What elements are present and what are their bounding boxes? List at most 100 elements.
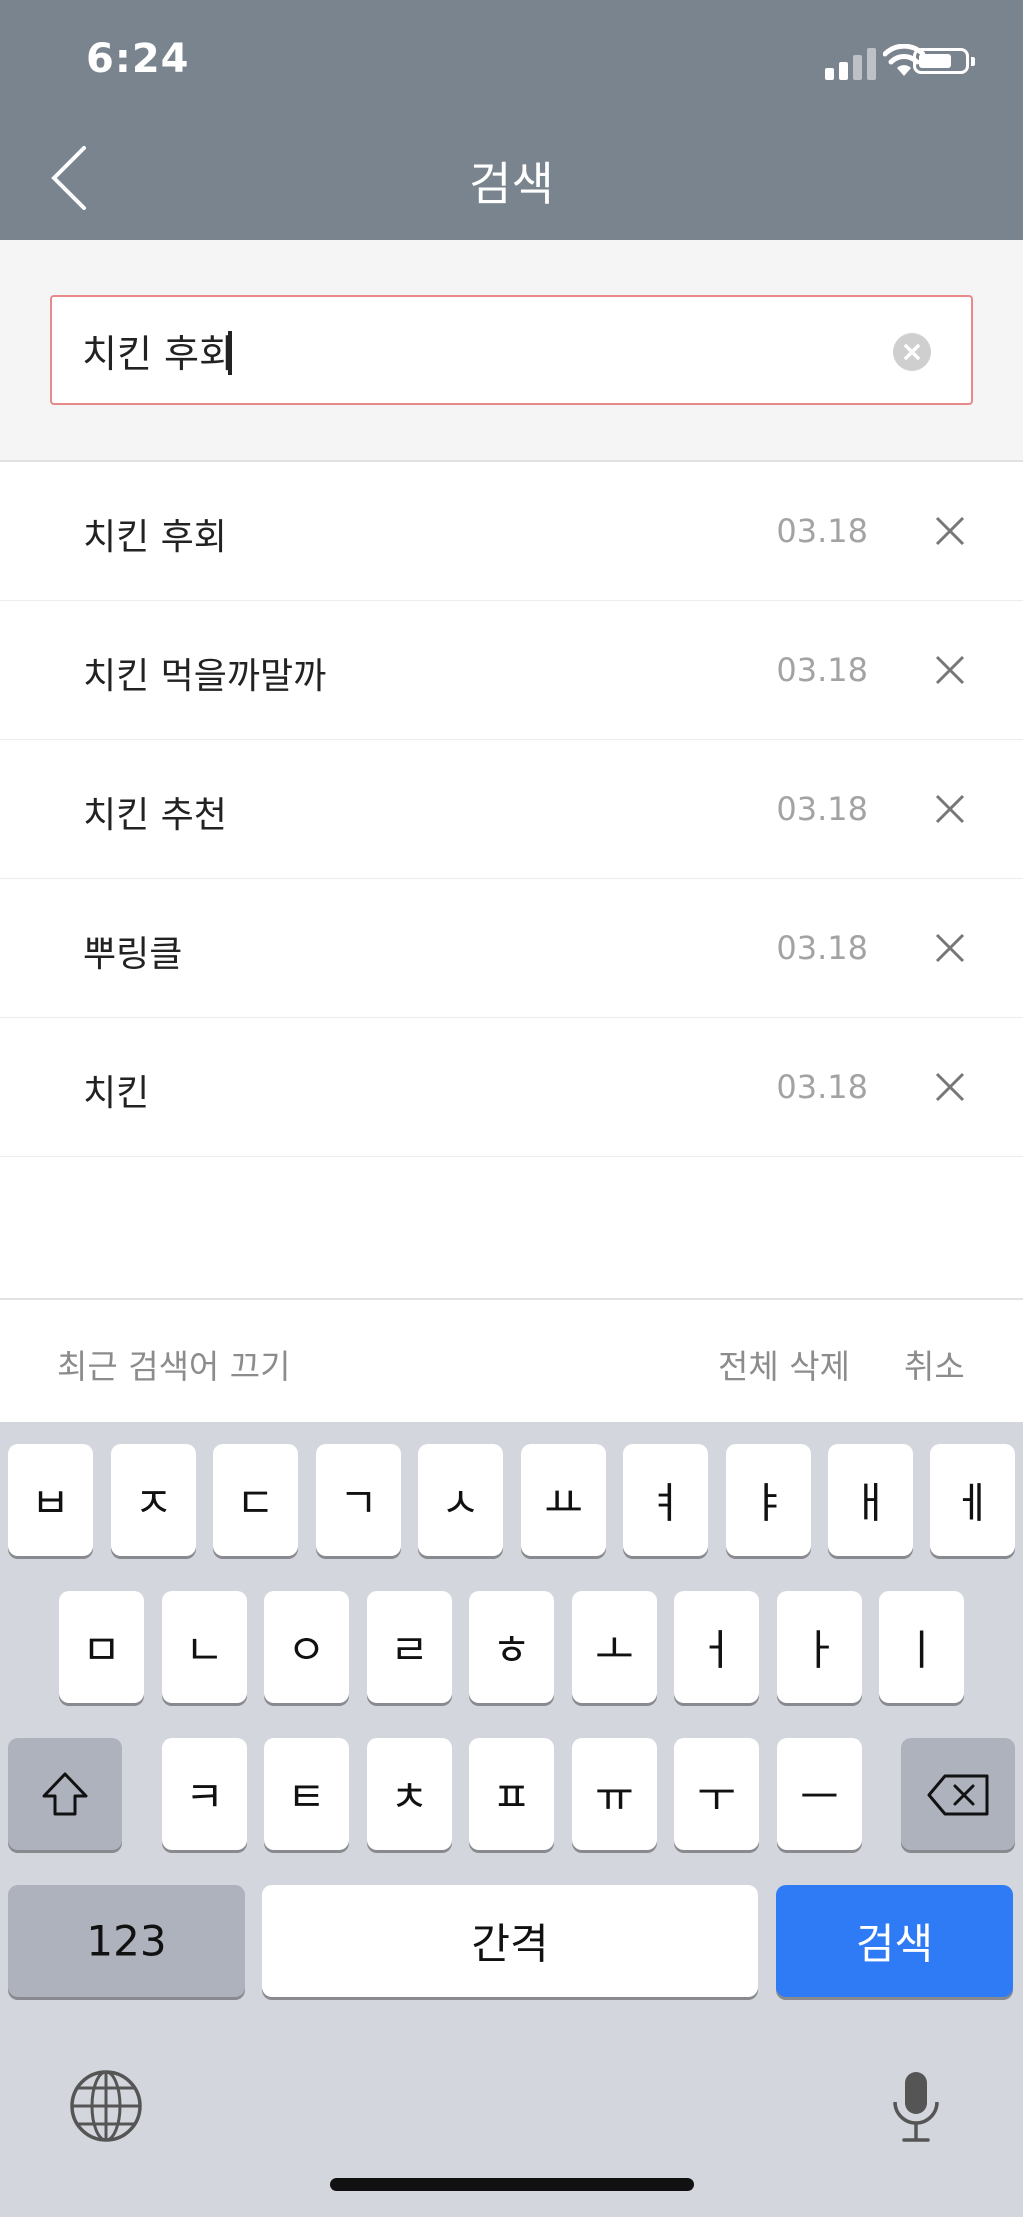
key-label: ㅇ: [287, 1625, 326, 1675]
key[interactable]: ㅈ: [111, 1444, 196, 1556]
recent-search-item[interactable]: 치킨 추천 03.18: [0, 740, 1023, 879]
key[interactable]: ㄱ: [316, 1444, 401, 1556]
key-label: ㄹ: [390, 1625, 429, 1675]
key[interactable]: ㅇ: [264, 1591, 349, 1703]
close-icon: [935, 794, 965, 824]
key[interactable]: ㅅ: [418, 1444, 503, 1556]
key-label: ㅁ: [82, 1625, 121, 1675]
key-label: ㅅ: [441, 1478, 480, 1528]
numbers-key-label: 123: [86, 1916, 167, 1966]
key-label: ㄴ: [185, 1625, 224, 1675]
key-label: ㅊ: [390, 1772, 429, 1822]
recent-search-text: 치킨 먹을까말까: [83, 656, 327, 697]
key-label: ㅐ: [851, 1478, 890, 1528]
recent-search-text: 뿌링클: [83, 934, 183, 975]
backspace-icon: [927, 1774, 989, 1816]
recent-search-date: 03.18: [776, 1068, 868, 1106]
close-icon: [935, 655, 965, 685]
page-title: 검색: [469, 157, 554, 211]
microphone-icon[interactable]: [886, 2068, 946, 2148]
recent-search-text: 치킨 추천: [83, 795, 227, 836]
close-icon: [904, 344, 920, 360]
recent-search-item[interactable]: 치킨 03.18: [0, 1018, 1023, 1157]
close-icon: [935, 1072, 965, 1102]
recent-search-date: 03.18: [776, 512, 868, 550]
recent-search-item[interactable]: 치킨 먹을까말까 03.18: [0, 601, 1023, 740]
search-area: [0, 240, 1023, 462]
recent-search-actions: 최근 검색어 끄기 전체 삭제 취소: [0, 1298, 1023, 1422]
keyboard: ㅂ ㅈ ㄷ ㄱ ㅅ ㅛ ㅕ ㅑ ㅐ ㅔ ㅁ ㄴ ㅇ ㄹ ㅎ ㅗ ㅓ ㅏ ㅣ ㅋ …: [0, 1422, 1023, 2217]
numbers-key[interactable]: 123: [8, 1885, 245, 1997]
key-label: ㅌ: [287, 1772, 326, 1822]
app-header: 6:24 검색: [0, 0, 1023, 240]
key[interactable]: ㅊ: [367, 1738, 452, 1850]
key-label: ㄷ: [236, 1478, 275, 1528]
shift-key[interactable]: [8, 1738, 122, 1850]
key-label: ㅍ: [492, 1772, 531, 1822]
key[interactable]: ㅂ: [8, 1444, 93, 1556]
search-key[interactable]: 검색: [776, 1885, 1013, 1997]
key[interactable]: ㅜ: [674, 1738, 759, 1850]
key-label: ㅕ: [646, 1478, 685, 1528]
key[interactable]: ㅗ: [572, 1591, 657, 1703]
key-label: ㅔ: [953, 1478, 992, 1528]
recent-search-date: 03.18: [776, 929, 868, 967]
search-key-label: 검색: [855, 1919, 934, 1969]
key[interactable]: ㅕ: [623, 1444, 708, 1556]
search-box[interactable]: [50, 295, 973, 405]
close-icon: [935, 933, 965, 963]
disable-recent-button[interactable]: 최근 검색어 끄기: [57, 1340, 291, 1388]
space-key-label: 간격: [471, 1919, 549, 1969]
recent-search-item[interactable]: 치킨 후회 03.18: [0, 462, 1023, 601]
key-label: ㅂ: [31, 1478, 70, 1528]
key-label: ㄱ: [339, 1478, 378, 1528]
key[interactable]: ㅛ: [521, 1444, 606, 1556]
key[interactable]: ㅏ: [777, 1591, 862, 1703]
key-label: ㅛ: [544, 1478, 583, 1528]
shift-icon: [42, 1772, 88, 1816]
key-label: ㅎ: [492, 1625, 531, 1675]
key-label: ㅠ: [595, 1772, 634, 1822]
recent-search-item[interactable]: 뿌링클 03.18: [0, 879, 1023, 1018]
delete-item-button[interactable]: [925, 784, 975, 834]
status-icons: [783, 44, 983, 80]
key[interactable]: ㅍ: [469, 1738, 554, 1850]
key-label: ㅑ: [749, 1478, 788, 1528]
key[interactable]: ㅋ: [162, 1738, 247, 1850]
globe-icon[interactable]: [68, 2068, 144, 2144]
key[interactable]: ㅡ: [777, 1738, 862, 1850]
delete-item-button[interactable]: [925, 506, 975, 556]
key[interactable]: ㅁ: [59, 1591, 144, 1703]
cancel-button[interactable]: 취소: [904, 1340, 965, 1388]
text-caret: [228, 331, 232, 375]
recent-search-text: 치킨: [83, 1073, 150, 1114]
key[interactable]: ㄹ: [367, 1591, 452, 1703]
key[interactable]: ㄷ: [213, 1444, 298, 1556]
delete-item-button[interactable]: [925, 1062, 975, 1112]
key[interactable]: ㅌ: [264, 1738, 349, 1850]
recent-search-date: 03.18: [776, 651, 868, 689]
key[interactable]: ㅐ: [828, 1444, 913, 1556]
key-label: ㅣ: [902, 1625, 941, 1675]
backspace-key[interactable]: [901, 1738, 1015, 1850]
key-label: ㅗ: [595, 1625, 634, 1675]
delete-all-button[interactable]: 전체 삭제: [718, 1340, 850, 1388]
key[interactable]: ㄴ: [162, 1591, 247, 1703]
key[interactable]: ㅓ: [674, 1591, 759, 1703]
key-label: ㅈ: [134, 1478, 173, 1528]
search-input[interactable]: [82, 297, 882, 403]
clear-search-button[interactable]: [893, 333, 931, 371]
space-key[interactable]: 간격: [262, 1885, 758, 1997]
key-label: ㅜ: [697, 1772, 736, 1822]
recent-search-text: 치킨 후회: [83, 517, 227, 558]
key[interactable]: ㅠ: [572, 1738, 657, 1850]
battery-icon: [913, 48, 975, 74]
key-label: ㅓ: [697, 1625, 736, 1675]
key[interactable]: ㅔ: [930, 1444, 1015, 1556]
delete-item-button[interactable]: [925, 923, 975, 973]
key[interactable]: ㅣ: [879, 1591, 964, 1703]
key[interactable]: ㅑ: [726, 1444, 811, 1556]
key[interactable]: ㅎ: [469, 1591, 554, 1703]
delete-item-button[interactable]: [925, 645, 975, 695]
home-indicator: [330, 2178, 694, 2191]
